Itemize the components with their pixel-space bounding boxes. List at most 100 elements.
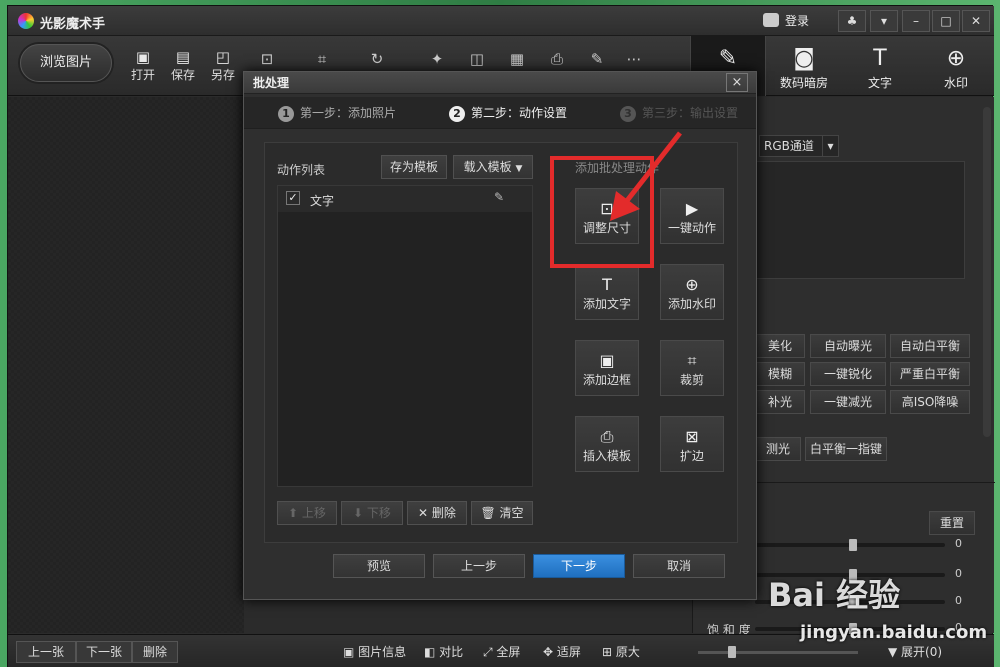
item-checkbox[interactable]: ✓ <box>286 191 300 205</box>
delete-action-button[interactable]: ✕ 删除 <box>407 501 467 525</box>
original-size-icon: ⊞ <box>602 645 616 659</box>
text-add-icon: T <box>602 275 612 294</box>
auto-btn-4[interactable]: 模糊 <box>755 362 805 386</box>
user-face-icon <box>763 13 779 27</box>
open-button[interactable]: ▣ 打开 <box>123 48 163 88</box>
template-icon: ⎙ <box>600 427 614 446</box>
previous-step-button[interactable]: 上一步 <box>433 554 525 578</box>
action-list[interactable]: ✓ 文字 ✎ <box>277 185 533 487</box>
save-as-button[interactable]: ◰ 另存 <box>203 48 243 88</box>
auto-btn-6[interactable]: 严重白平衡 <box>890 362 970 386</box>
resize-tool-icon[interactable]: ⊡ <box>253 50 281 68</box>
fit-screen-button[interactable]: ✥ 适屏 <box>543 643 581 660</box>
cancel-button[interactable]: 取消 <box>633 554 725 578</box>
step-2-num: 2 <box>449 106 465 122</box>
camera-icon: ◙ <box>793 46 815 71</box>
image-info-label: 图片信息 <box>358 645 407 659</box>
watermark-icon: ⊕ <box>946 46 966 71</box>
collage-tool-icon[interactable]: ▦ <box>503 50 531 68</box>
compare-icon: ◧ <box>424 645 440 659</box>
fit-label: 适屏 <box>556 645 581 659</box>
auto-btn-2[interactable]: 自动曝光 <box>810 334 886 358</box>
crop-action-button[interactable]: ⌗ 裁剪 <box>660 340 724 396</box>
load-template-button[interactable]: 载入模板 ▼ <box>453 155 533 179</box>
x-icon: ✕ <box>418 506 432 520</box>
delete-image-button[interactable]: 删除 <box>132 641 178 663</box>
border-tool-icon[interactable]: ◫ <box>463 50 491 68</box>
clear-label: 清空 <box>499 506 524 520</box>
tab-watermark[interactable]: ⊕ 水印 <box>918 36 994 96</box>
crop-tool-icon[interactable]: ⌗ <box>308 50 336 68</box>
add-text-action-button[interactable]: T 添加文字 <box>575 264 639 320</box>
watermark-brand: Bai 经验 <box>768 576 901 614</box>
dialog-close-button[interactable]: × <box>726 73 748 92</box>
arrow-up-icon: ⬆ <box>288 506 302 520</box>
add-border-action-button[interactable]: ▣ 添加边框 <box>575 340 639 396</box>
auto-btn-10[interactable]: 测光 <box>755 437 801 461</box>
trash-icon: 🗑 <box>480 506 500 520</box>
channel-label: RGB通道 <box>764 139 814 153</box>
save-as-label: 另存 <box>210 68 235 82</box>
skin-button[interactable]: ♣ <box>838 10 866 32</box>
add-border-action-label: 添加边框 <box>582 373 631 387</box>
fit-icon: ✥ <box>543 645 557 659</box>
auto-btn-3[interactable]: 自动白平衡 <box>890 334 970 358</box>
open-label: 打开 <box>130 68 155 82</box>
maximize-icon: □ <box>940 14 952 28</box>
save-as-icon: ◰ <box>215 48 231 66</box>
border-icon: ▣ <box>599 351 615 370</box>
tab-text[interactable]: T 文字 <box>842 36 918 96</box>
close-window-button[interactable]: ✕ <box>962 10 990 32</box>
auto-btn-5[interactable]: 一键锐化 <box>810 362 886 386</box>
fullscreen-label: 全屏 <box>496 645 521 659</box>
zoom-knob[interactable] <box>728 646 736 658</box>
more-tools-icon[interactable]: ⋯ <box>620 50 648 68</box>
menu-button[interactable]: ▾ <box>870 10 898 32</box>
auto-btn-8[interactable]: 一键减光 <box>810 390 886 414</box>
move-up-button[interactable]: ⬆ 上移 <box>277 501 337 525</box>
step-2-label: 第二步：动作设置 <box>471 106 568 120</box>
auto-btn-9[interactable]: 高ISO降噪 <box>890 390 970 414</box>
annotation-arrow-icon <box>610 131 682 221</box>
next-image-button[interactable]: 下一张 <box>76 641 132 663</box>
browse-images-button[interactable]: 浏览图片 <box>20 44 112 82</box>
fullscreen-button[interactable]: ⤢ 全屏 <box>483 643 520 660</box>
step-3-label: 第三步：输出设置 <box>642 106 739 120</box>
original-size-button[interactable]: ⊞ 原大 <box>602 643 640 660</box>
auto-btn-11[interactable]: 白平衡一指键 <box>805 437 887 461</box>
minimize-button[interactable]: – <box>902 10 930 32</box>
prev-image-button[interactable]: 上一张 <box>16 641 76 663</box>
compare-button[interactable]: ◧ 对比 <box>424 643 463 660</box>
auto-btn-7[interactable]: 补光 <box>755 390 805 414</box>
add-watermark-action-button[interactable]: ⊕ 添加水印 <box>660 264 724 320</box>
reset-button[interactable]: 重置 <box>929 511 975 535</box>
print-tool-icon[interactable]: ⎙ <box>543 50 571 68</box>
slider-knob[interactable] <box>849 539 857 551</box>
brush-tool-icon[interactable]: ✎ <box>583 50 611 68</box>
step-2: 2 第二步：动作设置 <box>449 104 567 122</box>
expand-border-action-button[interactable]: ⊠ 扩边 <box>660 416 724 472</box>
move-down-button[interactable]: ⬇ 下移 <box>341 501 403 525</box>
save-button[interactable]: ▤ 保存 <box>163 48 203 88</box>
arrow-down-icon: ⬇ <box>353 506 367 520</box>
next-step-button[interactable]: 下一步 <box>533 554 625 578</box>
maximize-button[interactable]: □ <box>932 10 960 32</box>
save-template-button[interactable]: 存为模板 <box>381 155 447 179</box>
login-button[interactable]: 登录 <box>763 11 833 31</box>
frame-tool-icon[interactable]: ✦ <box>423 50 451 68</box>
rotate-tool-icon[interactable]: ↻ <box>363 50 391 68</box>
clear-button[interactable]: 🗑 清空 <box>471 501 533 525</box>
preview-button[interactable]: 预览 <box>333 554 425 578</box>
watermark-url: jingyan.baidu.com <box>800 622 988 643</box>
baidu-watermark: Bai 经验 jingyan.baidu.com <box>760 560 1000 660</box>
channel-select[interactable]: RGB通道 ▾ <box>759 135 839 157</box>
delete-action-label: 删除 <box>431 506 456 520</box>
chevron-down-icon: ▼ <box>515 164 523 174</box>
insert-template-action-button[interactable]: ⎙ 插入模板 <box>575 416 639 472</box>
edit-pencil-icon[interactable]: ✎ <box>494 190 504 204</box>
tab-darkroom[interactable]: ◙ 数码暗房 <box>766 36 842 96</box>
list-item[interactable]: ✓ 文字 ✎ <box>278 186 532 212</box>
auto-btn-1[interactable]: 美化 <box>755 334 805 358</box>
image-info-button[interactable]: ▣ 图片信息 <box>343 643 406 660</box>
right-panel-scrollbar[interactable] <box>983 107 991 437</box>
